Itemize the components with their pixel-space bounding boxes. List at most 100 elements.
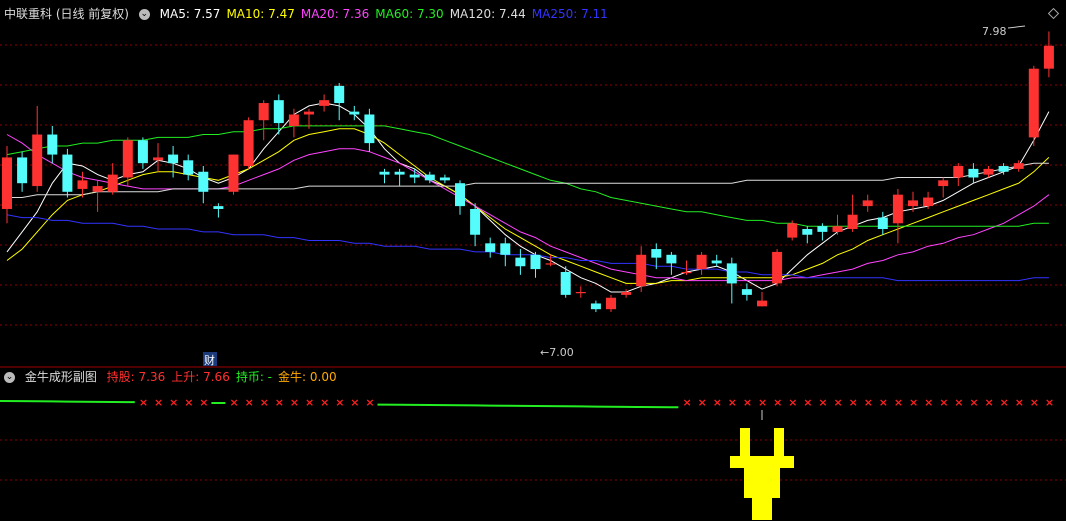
candle-body	[364, 114, 375, 144]
candle-body	[122, 140, 133, 178]
bull-ears	[730, 456, 794, 468]
hold-marker: ×	[773, 396, 782, 409]
candle-body	[1013, 163, 1024, 169]
candle-body	[334, 85, 345, 104]
candle-body	[968, 168, 979, 178]
hold-cash-line	[0, 400, 135, 404]
candle-body	[545, 263, 556, 265]
hold-marker: ×	[290, 396, 299, 409]
candle-body	[757, 300, 767, 307]
candle-body	[228, 154, 239, 192]
hold-marker: ×	[365, 396, 374, 409]
hold-marker: ×	[1030, 396, 1039, 409]
candle-body	[379, 171, 390, 175]
candle-body	[802, 229, 813, 235]
hold-marker: ×	[788, 396, 797, 409]
hold-marker: ×	[879, 396, 888, 409]
candle-body	[711, 260, 722, 264]
candle-body	[530, 254, 541, 270]
hold-marker: ×	[320, 396, 329, 409]
candle-body	[590, 303, 601, 310]
hold-marker: ×	[230, 396, 239, 409]
candle-body	[741, 289, 752, 295]
candle-body	[409, 174, 420, 178]
hold-marker: ×	[245, 396, 254, 409]
hold-marker: ×	[743, 396, 752, 409]
candle-body	[696, 254, 707, 270]
candle-body	[304, 111, 314, 115]
candle-body	[213, 206, 224, 209]
hold-marker: ×	[909, 396, 918, 409]
candle-body	[153, 157, 163, 161]
candle-body	[77, 180, 88, 189]
candle-body	[772, 251, 783, 284]
high-price-arrow	[1007, 25, 1026, 29]
hold-marker: ×	[1000, 396, 1009, 409]
hold-marker: ×	[139, 396, 148, 409]
hold-marker: ×	[969, 396, 978, 409]
candle-body	[258, 103, 269, 121]
candle-body	[424, 174, 435, 181]
candle-body	[288, 114, 299, 126]
bull-horn-right	[774, 428, 784, 456]
diamond-icon	[1047, 7, 1060, 20]
candle-body	[198, 171, 209, 192]
candle-body	[575, 292, 586, 294]
candle-body	[107, 174, 118, 192]
candle-body	[439, 177, 450, 181]
candle-body	[560, 271, 571, 295]
hold-marker: ×	[1045, 396, 1054, 409]
hold-marker: ×	[818, 396, 827, 409]
candle-body	[998, 166, 1009, 172]
candle-body	[2, 157, 12, 209]
hold-marker: ×	[305, 396, 314, 409]
candle-body	[892, 194, 903, 224]
candle-body	[908, 200, 918, 207]
hold-marker: ×	[803, 396, 812, 409]
candle-body	[651, 249, 662, 258]
hold-marker: ×	[924, 396, 933, 409]
candle-body	[666, 254, 677, 264]
candle-body	[273, 100, 284, 124]
high-price-label: 7.98	[982, 25, 1007, 38]
candle-body	[515, 257, 526, 267]
candle-body	[470, 208, 481, 235]
hold-marker: ×	[939, 396, 948, 409]
candle-body	[787, 223, 798, 238]
bull-head	[744, 468, 780, 498]
candle-body	[832, 226, 843, 232]
hold-marker: ×	[698, 396, 707, 409]
candle-body	[17, 157, 28, 184]
hold-marker: ×	[864, 396, 873, 409]
candlestick-chart[interactable]: 7.98 ←7.00 财 × × × × × × × × × × × × × × × × × × × × × × × × × × × × × ×…	[0, 0, 1066, 521]
candle-body	[319, 100, 330, 106]
candle-body	[606, 297, 616, 310]
candle-body	[47, 134, 58, 155]
hold-marker: ×	[199, 396, 208, 409]
candle-body	[349, 111, 360, 115]
hold-marker: ×	[728, 396, 737, 409]
hold-marker: ×	[275, 396, 284, 409]
hold-marker: ×	[1015, 396, 1024, 409]
candle-body	[938, 180, 949, 187]
hold-marker: ×	[260, 396, 269, 409]
candle-body	[500, 243, 511, 255]
ma-line-ma10	[6, 128, 1050, 284]
hold-marker: ×	[184, 396, 193, 409]
hold-marker: ×	[758, 396, 767, 409]
candle-body	[32, 134, 43, 187]
hold-marker: ×	[335, 396, 344, 409]
ma-line-ma250	[6, 214, 1049, 282]
hold-cash-line	[377, 403, 679, 409]
ma-line-ma5	[6, 102, 1050, 293]
ma-line-ma20	[6, 134, 1050, 282]
candle-body	[455, 183, 465, 207]
candle-body	[243, 120, 254, 167]
candle-body	[394, 171, 405, 175]
candle-body	[137, 140, 148, 164]
bull-snout	[752, 498, 772, 520]
hold-marker: ×	[154, 396, 163, 409]
candle-body	[726, 263, 737, 284]
candle-body	[1043, 45, 1054, 69]
candle-body	[877, 217, 888, 230]
